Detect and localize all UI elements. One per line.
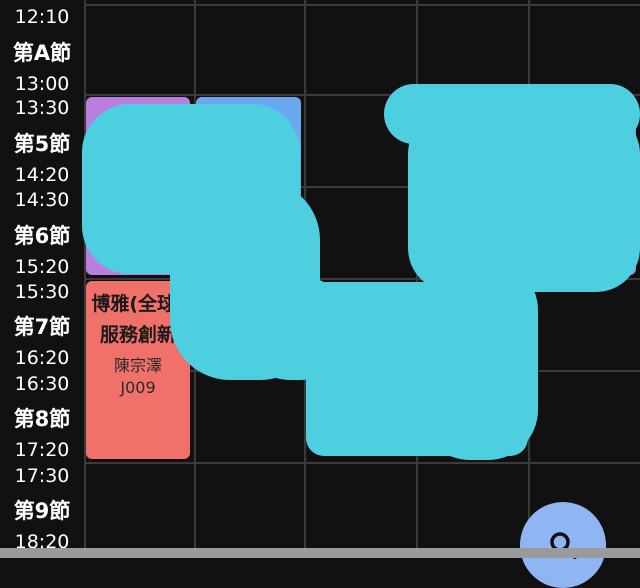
redaction-scribble	[420, 260, 538, 460]
time-start: 13:30	[14, 97, 70, 119]
time-start: 15:30	[14, 281, 70, 303]
period-label: 第5節	[13, 132, 71, 156]
bottom-bar	[0, 548, 640, 558]
time-end: 15:20	[14, 256, 70, 278]
time-end: 17:20	[14, 439, 70, 461]
period-label: 第8節	[13, 407, 71, 431]
time-column: 12:10 第A節 13:00 13:30 第5節 14:20 14:30 第6…	[0, 0, 84, 558]
period-label: 第A節	[12, 41, 72, 65]
search-button[interactable]	[520, 502, 606, 588]
time-end: 14:20	[14, 164, 70, 186]
period-label: 第6節	[13, 224, 71, 248]
redaction-scribble	[408, 110, 640, 292]
course-room: J009	[120, 378, 156, 397]
grid-line	[84, 462, 640, 464]
time-start: 12:10	[14, 6, 70, 28]
time-start: 14:30	[14, 189, 70, 211]
period-label: 第9節	[13, 499, 71, 523]
time-start: 16:30	[14, 373, 70, 395]
timetable: 12:10 第A節 13:00 13:30 第5節 14:20 14:30 第6…	[0, 0, 640, 558]
period-label: 第7節	[13, 315, 71, 339]
redaction-scribble	[240, 276, 350, 380]
time-start: 17:30	[14, 465, 70, 487]
grid-line	[84, 4, 640, 6]
time-start: 13:00	[14, 73, 70, 95]
course-teacher: 陳宗澤	[113, 356, 162, 375]
time-end: 16:20	[14, 347, 70, 369]
